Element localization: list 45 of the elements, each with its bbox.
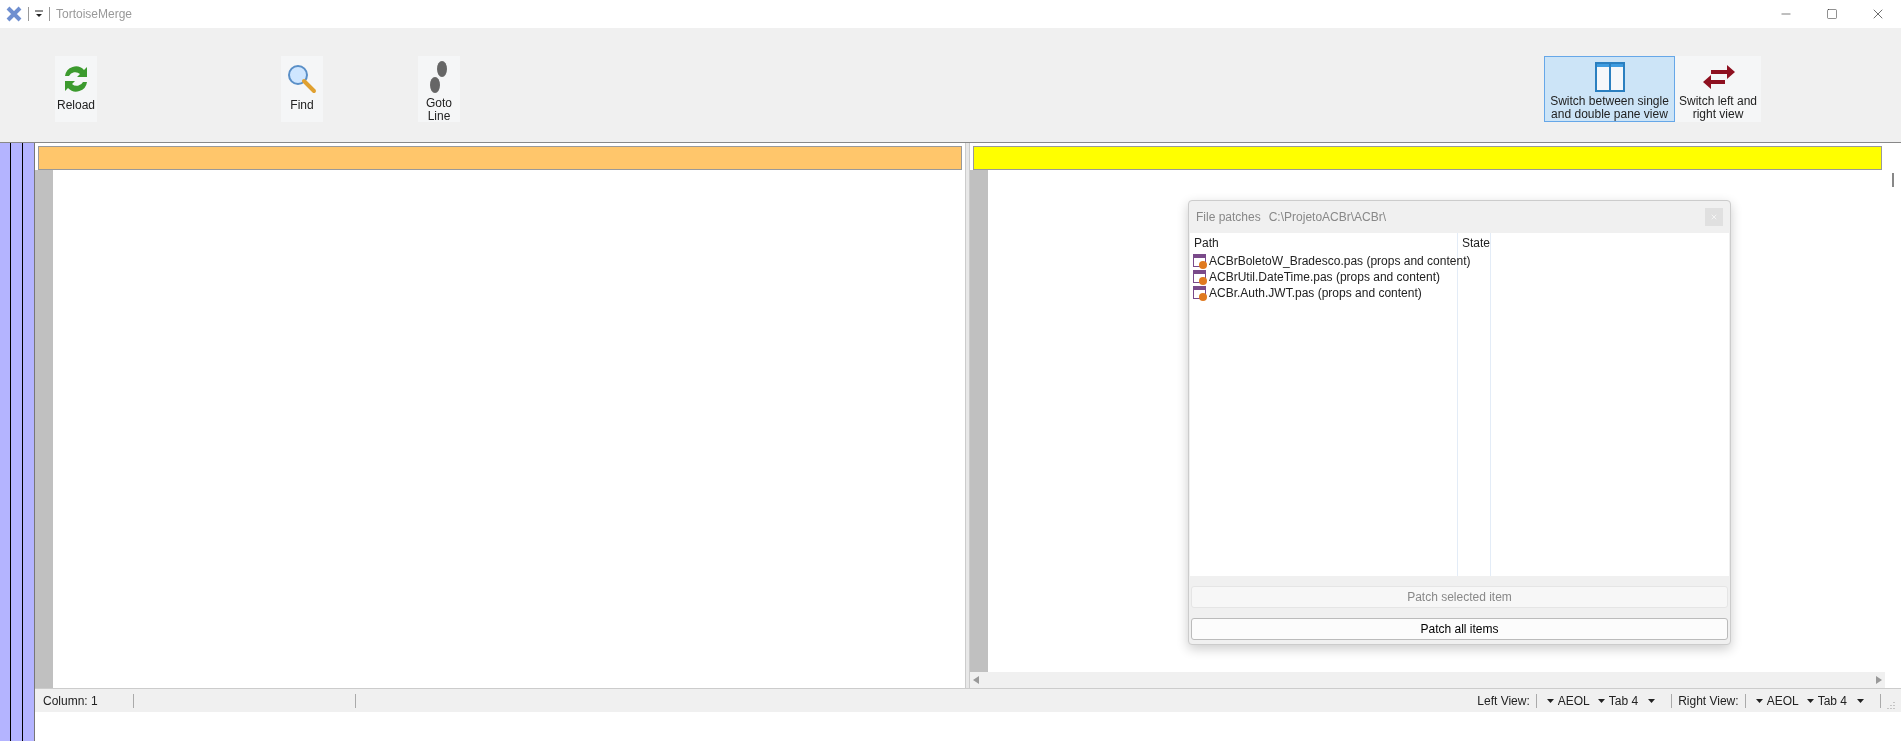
toolbar-button[interactable]: Switch left and right view (1675, 56, 1761, 122)
caret-down-icon[interactable] (1857, 698, 1864, 703)
toolbar-button[interactable]: Switch between single and double pane view (1544, 56, 1675, 122)
patch-button[interactable]: Patch all items (1191, 618, 1728, 640)
maximize-icon (1826, 8, 1838, 20)
caret-down-icon (1546, 698, 1554, 703)
file-list-item[interactable]: ACBrUtil.DateTime.pas (props and content) (1190, 269, 1443, 285)
dialog-path: C:\ProjetoACBr\ACBr\ (1268, 209, 1387, 226)
dropdown-button[interactable]: AEOL (1751, 691, 1803, 710)
resize-grip-icon[interactable] (1887, 700, 1895, 709)
toolbar-button[interactable]: Reload (55, 56, 97, 122)
app-logo-icon (6, 6, 22, 22)
file-list-item[interactable]: ACBrBoletoW_Bradesco.pas (props and content) (1190, 253, 1474, 269)
quick-access-menu-icon[interactable] (35, 10, 43, 18)
splitter[interactable] (965, 143, 970, 688)
window-title: TortoiseMerge (56, 6, 133, 23)
column-header[interactable]: State (1458, 233, 1490, 253)
toolbar-button[interactable]: Find (281, 56, 323, 122)
scroll-left-icon[interactable] (973, 676, 979, 684)
caret-down-icon[interactable] (1648, 698, 1656, 703)
caret-down-icon (1597, 698, 1605, 703)
file-icon (1193, 269, 1208, 285)
dropdown-button[interactable]: Tab 4 (1802, 691, 1851, 710)
file-list-item[interactable]: ACBr.Auth.JWT.pas (props and content) (1190, 285, 1425, 301)
toolbar-button[interactable]: Goto Line (418, 56, 460, 122)
swap-arrows-icon (1701, 63, 1735, 91)
column-header[interactable]: Path (1190, 233, 1457, 253)
dropdown-value: Tab 4 (1608, 692, 1639, 710)
file-icon (1193, 285, 1208, 301)
dropdown-value: AEOL (1557, 692, 1590, 710)
dropdown-value: Tab 4 (1817, 692, 1847, 710)
magnifier-icon (286, 63, 318, 95)
dropdown-button[interactable]: AEOL (1542, 691, 1594, 710)
dropdown-button[interactable]: Tab 4 (1593, 691, 1643, 710)
caret-down-icon (1755, 698, 1763, 703)
dropdown-value: AEOL (1766, 692, 1799, 710)
two-panes-icon (1594, 62, 1625, 92)
caret-down-icon (1806, 698, 1814, 703)
view-label: Left View: (1476, 692, 1531, 710)
file-icon (1193, 253, 1208, 269)
scroll-right-icon[interactable] (1876, 676, 1882, 684)
dialog-title: File patches (1196, 209, 1261, 226)
view-label: Right View: (1677, 692, 1740, 710)
horizontal-scrollbar[interactable] (970, 672, 1885, 688)
column-indicator: Column: 1 (42, 692, 99, 710)
